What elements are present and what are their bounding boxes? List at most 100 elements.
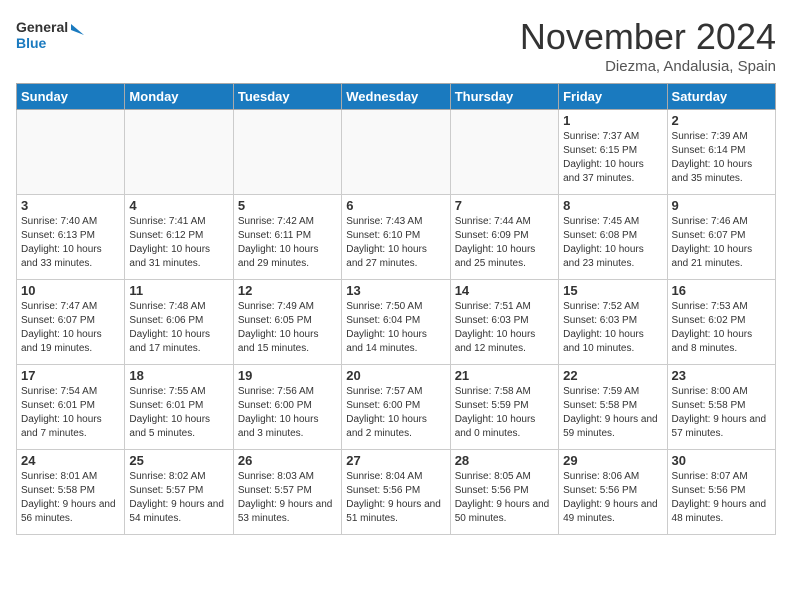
- calendar-table: SundayMondayTuesdayWednesdayThursdayFrid…: [16, 83, 776, 535]
- calendar-cell: 14 Sunrise: 7:51 AM Sunset: 6:03 PM Dayli…: [450, 280, 558, 365]
- calendar-cell: 23 Sunrise: 8:00 AM Sunset: 5:58 PM Dayli…: [667, 365, 775, 450]
- calendar-cell: 12 Sunrise: 7:49 AM Sunset: 6:05 PM Dayli…: [233, 280, 341, 365]
- calendar-cell: [342, 110, 450, 195]
- day-number: 30: [672, 453, 771, 468]
- cell-info: Sunrise: 7:54 AM Sunset: 6:01 PM Dayligh…: [21, 385, 120, 441]
- calendar-week-row: 17 Sunrise: 7:54 AM Sunset: 6:01 PM Dayli…: [17, 365, 776, 450]
- day-number: 20: [346, 368, 445, 383]
- day-number: 7: [455, 198, 554, 213]
- cell-info: Sunrise: 8:01 AM Sunset: 5:58 PM Dayligh…: [21, 470, 120, 526]
- cell-info: Sunrise: 7:37 AM Sunset: 6:15 PM Dayligh…: [563, 130, 662, 186]
- calendar-cell: 22Sunrise: 7:59 AM Sunset: 5:58 PM Dayli…: [559, 365, 667, 450]
- weekday-header: Friday: [559, 84, 667, 110]
- calendar-cell: 9 Sunrise: 7:46 AM Sunset: 6:07 PM Daylig…: [667, 195, 775, 280]
- calendar-cell: 3 Sunrise: 7:40 AM Sunset: 6:13 PM Daylig…: [17, 195, 125, 280]
- day-number: 3: [21, 198, 120, 213]
- cell-info: Sunrise: 8:00 AM Sunset: 5:58 PM Dayligh…: [672, 385, 771, 441]
- cell-info: Sunrise: 8:07 AM Sunset: 5:56 PM Dayligh…: [672, 470, 771, 526]
- svg-text:Blue: Blue: [16, 35, 47, 51]
- day-number: 12: [238, 283, 337, 298]
- calendar-cell: 27Sunrise: 8:04 AM Sunset: 5:56 PM Dayli…: [342, 450, 450, 535]
- calendar-cell: 17 Sunrise: 7:54 AM Sunset: 6:01 PM Dayli…: [17, 365, 125, 450]
- calendar-cell: 16Sunrise: 7:53 AM Sunset: 6:02 PM Dayli…: [667, 280, 775, 365]
- cell-info: Sunrise: 7:41 AM Sunset: 6:12 PM Dayligh…: [129, 215, 228, 271]
- day-number: 25: [129, 453, 228, 468]
- weekday-header: Tuesday: [233, 84, 341, 110]
- cell-info: Sunrise: 8:06 AM Sunset: 5:56 PM Dayligh…: [563, 470, 662, 526]
- calendar-cell: 1 Sunrise: 7:37 AM Sunset: 6:15 PM Daylig…: [559, 110, 667, 195]
- cell-info: Sunrise: 8:05 AM Sunset: 5:56 PM Dayligh…: [455, 470, 554, 526]
- day-number: 11: [129, 283, 228, 298]
- calendar-week-row: 10 Sunrise: 7:47 AM Sunset: 6:07 PM Dayli…: [17, 280, 776, 365]
- cell-info: Sunrise: 8:04 AM Sunset: 5:56 PM Dayligh…: [346, 470, 445, 526]
- day-number: 13: [346, 283, 445, 298]
- calendar-cell: 20 Sunrise: 7:57 AM Sunset: 6:00 PM Dayli…: [342, 365, 450, 450]
- calendar-cell: 15 Sunrise: 7:52 AM Sunset: 6:03 PM Dayli…: [559, 280, 667, 365]
- svg-text:General: General: [16, 19, 68, 35]
- cell-info: Sunrise: 7:39 AM Sunset: 6:14 PM Dayligh…: [672, 130, 771, 186]
- calendar-cell: [450, 110, 558, 195]
- weekday-header: Monday: [125, 84, 233, 110]
- cell-info: Sunrise: 7:51 AM Sunset: 6:03 PM Dayligh…: [455, 300, 554, 356]
- cell-info: Sunrise: 7:52 AM Sunset: 6:03 PM Dayligh…: [563, 300, 662, 356]
- calendar-cell: 2 Sunrise: 7:39 AM Sunset: 6:14 PM Daylig…: [667, 110, 775, 195]
- day-number: 24: [21, 453, 120, 468]
- calendar-cell: 10 Sunrise: 7:47 AM Sunset: 6:07 PM Dayli…: [17, 280, 125, 365]
- day-number: 1: [563, 113, 662, 128]
- calendar-cell: 24 Sunrise: 8:01 AM Sunset: 5:58 PM Dayli…: [17, 450, 125, 535]
- cell-info: Sunrise: 7:53 AM Sunset: 6:02 PM Dayligh…: [672, 300, 771, 356]
- cell-info: Sunrise: 7:56 AM Sunset: 6:00 PM Dayligh…: [238, 385, 337, 441]
- weekday-header: Sunday: [17, 84, 125, 110]
- day-number: 2: [672, 113, 771, 128]
- day-number: 26: [238, 453, 337, 468]
- logo-svg: GeneralBlue: [16, 16, 86, 54]
- day-number: 10: [21, 283, 120, 298]
- day-number: 21: [455, 368, 554, 383]
- calendar-cell: 4Sunrise: 7:41 AM Sunset: 6:12 PM Daylig…: [125, 195, 233, 280]
- weekday-header: Saturday: [667, 84, 775, 110]
- calendar-cell: 18Sunrise: 7:55 AM Sunset: 6:01 PM Dayli…: [125, 365, 233, 450]
- location-title: Diezma, Andalusia, Spain: [520, 58, 776, 75]
- cell-info: Sunrise: 7:57 AM Sunset: 6:00 PM Dayligh…: [346, 385, 445, 441]
- calendar-cell: 19 Sunrise: 7:56 AM Sunset: 6:00 PM Dayli…: [233, 365, 341, 450]
- cell-info: Sunrise: 7:58 AM Sunset: 5:59 PM Dayligh…: [455, 385, 554, 441]
- cell-info: Sunrise: 8:02 AM Sunset: 5:57 PM Dayligh…: [129, 470, 228, 526]
- calendar-cell: 25 Sunrise: 8:02 AM Sunset: 5:57 PM Dayli…: [125, 450, 233, 535]
- cell-info: Sunrise: 7:42 AM Sunset: 6:11 PM Dayligh…: [238, 215, 337, 271]
- cell-info: Sunrise: 7:49 AM Sunset: 6:05 PM Dayligh…: [238, 300, 337, 356]
- calendar-cell: [233, 110, 341, 195]
- cell-info: Sunrise: 7:46 AM Sunset: 6:07 PM Dayligh…: [672, 215, 771, 271]
- calendar-header-row: SundayMondayTuesdayWednesdayThursdayFrid…: [17, 84, 776, 110]
- day-number: 9: [672, 198, 771, 213]
- month-title: November 2024: [520, 16, 776, 58]
- calendar-cell: 26 Sunrise: 8:03 AM Sunset: 5:57 PM Dayli…: [233, 450, 341, 535]
- day-number: 14: [455, 283, 554, 298]
- weekday-header: Thursday: [450, 84, 558, 110]
- weekday-header: Wednesday: [342, 84, 450, 110]
- cell-info: Sunrise: 7:48 AM Sunset: 6:06 PM Dayligh…: [129, 300, 228, 356]
- day-number: 23: [672, 368, 771, 383]
- calendar-cell: 8Sunrise: 7:45 AM Sunset: 6:08 PM Daylig…: [559, 195, 667, 280]
- cell-info: Sunrise: 7:47 AM Sunset: 6:07 PM Dayligh…: [21, 300, 120, 356]
- calendar-cell: [125, 110, 233, 195]
- calendar-cell: 28 Sunrise: 8:05 AM Sunset: 5:56 PM Dayli…: [450, 450, 558, 535]
- cell-info: Sunrise: 7:44 AM Sunset: 6:09 PM Dayligh…: [455, 215, 554, 271]
- calendar-cell: 30 Sunrise: 8:07 AM Sunset: 5:56 PM Dayli…: [667, 450, 775, 535]
- calendar-cell: 5Sunrise: 7:42 AM Sunset: 6:11 PM Daylig…: [233, 195, 341, 280]
- calendar-cell: 11 Sunrise: 7:48 AM Sunset: 6:06 PM Dayli…: [125, 280, 233, 365]
- cell-info: Sunrise: 8:03 AM Sunset: 5:57 PM Dayligh…: [238, 470, 337, 526]
- calendar-week-row: 1 Sunrise: 7:37 AM Sunset: 6:15 PM Daylig…: [17, 110, 776, 195]
- day-number: 17: [21, 368, 120, 383]
- calendar-cell: [17, 110, 125, 195]
- day-number: 28: [455, 453, 554, 468]
- day-number: 22: [563, 368, 662, 383]
- header: GeneralBlue November 2024 Diezma, Andalu…: [16, 16, 776, 75]
- logo: GeneralBlue: [16, 16, 86, 54]
- calendar-week-row: 3 Sunrise: 7:40 AM Sunset: 6:13 PM Daylig…: [17, 195, 776, 280]
- cell-info: Sunrise: 7:50 AM Sunset: 6:04 PM Dayligh…: [346, 300, 445, 356]
- cell-info: Sunrise: 7:40 AM Sunset: 6:13 PM Dayligh…: [21, 215, 120, 271]
- title-block: November 2024 Diezma, Andalusia, Spain: [520, 16, 776, 75]
- day-number: 15: [563, 283, 662, 298]
- day-number: 19: [238, 368, 337, 383]
- day-number: 8: [563, 198, 662, 213]
